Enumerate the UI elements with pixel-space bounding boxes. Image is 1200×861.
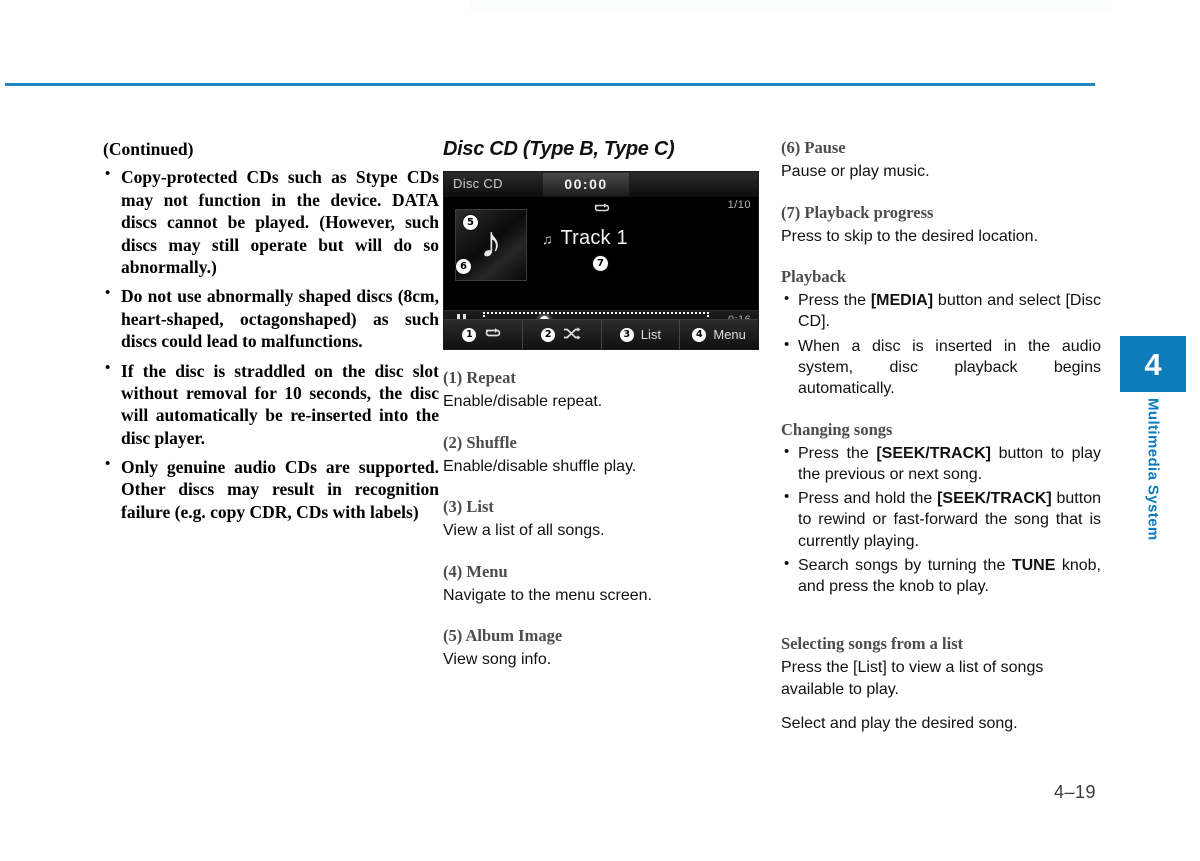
repeat-icon xyxy=(592,201,612,213)
list-item: Press the [SEEK/TRACK] button to play th… xyxy=(781,442,1101,486)
entry-text-playback-progress: Press to skip to the desired location. xyxy=(781,227,1039,245)
callout-pause: 6 xyxy=(455,258,472,275)
list-item: Search songs by turning the TUNE knob, a… xyxy=(781,554,1101,598)
continued-label: (Continued) xyxy=(103,139,194,159)
music-note-icon: ♪ xyxy=(480,218,502,267)
entry-text-list: View a list of all songs. xyxy=(443,522,605,540)
entry-text-album-image: View song info. xyxy=(443,651,552,669)
menu-button-label: Menu xyxy=(713,327,746,342)
callout-progress: 7 xyxy=(592,255,609,272)
middle-column: Disc CD (Type B, Type C) Disc CD 00:00 1… xyxy=(443,138,761,673)
entry-heading-repeat: (1) Repeat xyxy=(443,368,516,387)
text-pre: When a disc is inserted in the audio sys… xyxy=(798,337,1101,398)
key-label: [MEDIA] xyxy=(870,292,934,310)
device-clock: 00:00 xyxy=(564,176,608,192)
button-number: 2 xyxy=(541,327,556,342)
list-item: Press the [MEDIA] button and select [Dis… xyxy=(781,289,1101,333)
music-note-small-icon: ♫ xyxy=(542,230,553,247)
device-button-bar: 1 2 3 List 4 Menu xyxy=(444,319,758,349)
entry-heading-pause: (6) Pause xyxy=(781,138,846,157)
playback-heading: Playback xyxy=(781,267,847,287)
track-count: 1/10 xyxy=(727,199,751,211)
chapter-tab: 4 xyxy=(1120,336,1186,392)
section-title: Disc CD (Type B, Type C) xyxy=(443,138,675,160)
text-pre: Press the xyxy=(798,444,877,462)
changing-songs-heading: Changing songs xyxy=(781,419,893,439)
entry-text-repeat: Enable/disable repeat. xyxy=(443,393,603,410)
list-item: Press and hold the [SEEK/TRACK] button t… xyxy=(781,487,1101,552)
device-source-label: Disc CD xyxy=(453,176,503,191)
entry-text-shuffle: Enable/disable shuffle play. xyxy=(443,457,637,475)
list-item: Copy-protected CDs such as Stype CDs may… xyxy=(103,165,439,278)
selecting-songs-heading: Selecting songs from a list xyxy=(781,634,964,654)
entry-heading-menu: (4) Menu xyxy=(443,561,508,581)
menu-button[interactable]: 4 Menu xyxy=(680,320,758,349)
text-pre: Press and hold the xyxy=(798,490,938,508)
warning-list: Copy-protected CDs such as Stype CDs may… xyxy=(103,165,439,523)
header-rule xyxy=(5,83,1095,86)
list-item: If the disc is straddled on the disc slo… xyxy=(103,359,439,450)
top-faint-band xyxy=(470,0,1110,12)
selecting-songs-paragraph-2: Select and play the desired song. xyxy=(781,714,1018,732)
list-item: Do not use abnormally shaped discs (8cm,… xyxy=(103,284,439,352)
callout-album-image: 5 xyxy=(462,214,479,231)
key-label: TUNE xyxy=(1011,556,1056,574)
page-number: 4–19 xyxy=(1053,782,1097,802)
device-title-bar: Disc CD 00:00 xyxy=(444,172,758,198)
button-number: 3 xyxy=(619,327,634,342)
entry-heading-album-image: (5) Album Image xyxy=(443,626,563,646)
left-column: (Continued) Copy-protected CDs such as S… xyxy=(103,138,439,530)
entry-heading-shuffle: (2) Shuffle xyxy=(443,432,517,452)
right-column: (6) Pause Pause or play music. (7) Playb… xyxy=(781,138,1101,736)
entry-text-menu: Navigate to the menu screen. xyxy=(443,586,653,604)
cd-player-screenshot: Disc CD 00:00 1/10 ♪ 5 ♫ Track 1 6 7 1 2… xyxy=(443,171,759,350)
list-item: Only genuine audio CDs are supported. Ot… xyxy=(103,455,439,523)
changing-songs-list: Press the [SEEK/TRACK] button to play th… xyxy=(781,442,1101,598)
button-number: 4 xyxy=(692,327,707,342)
playback-list: Press the [MEDIA] button and select [Dis… xyxy=(781,289,1101,400)
shuffle-button[interactable]: 2 xyxy=(523,320,602,349)
text-pre: Press the xyxy=(798,292,871,310)
selecting-songs-paragraph-1: Press the [List] to view a list of songs… xyxy=(781,659,1044,698)
repeat-button[interactable]: 1 xyxy=(444,320,523,349)
key-label: [SEEK/TRACK] xyxy=(937,490,1052,508)
device-clock-box: 00:00 xyxy=(543,173,629,196)
entry-heading-list: (3) List xyxy=(443,497,494,517)
track-info-row: ♫ Track 1 xyxy=(542,227,628,250)
list-button-label: List xyxy=(640,327,661,342)
shuffle-icon xyxy=(562,326,582,343)
entry-heading-playback-progress: (7) Playback progress xyxy=(781,202,934,222)
chapter-title-vertical: Multimedia System xyxy=(1144,398,1162,541)
text-pre: Search songs by turning the xyxy=(798,556,1012,574)
track-name: Track 1 xyxy=(560,227,628,249)
chapter-number: 4 xyxy=(1144,346,1162,382)
button-number: 1 xyxy=(462,327,477,342)
list-item: When a disc is inserted in the audio sys… xyxy=(781,335,1101,400)
device-body: 1/10 ♪ 5 ♫ Track 1 xyxy=(444,197,758,310)
list-button[interactable]: 3 List xyxy=(602,320,681,349)
key-label: [SEEK/TRACK] xyxy=(876,444,992,462)
repeat-icon xyxy=(483,327,503,342)
entry-text-pause: Pause or play music. xyxy=(781,163,930,180)
